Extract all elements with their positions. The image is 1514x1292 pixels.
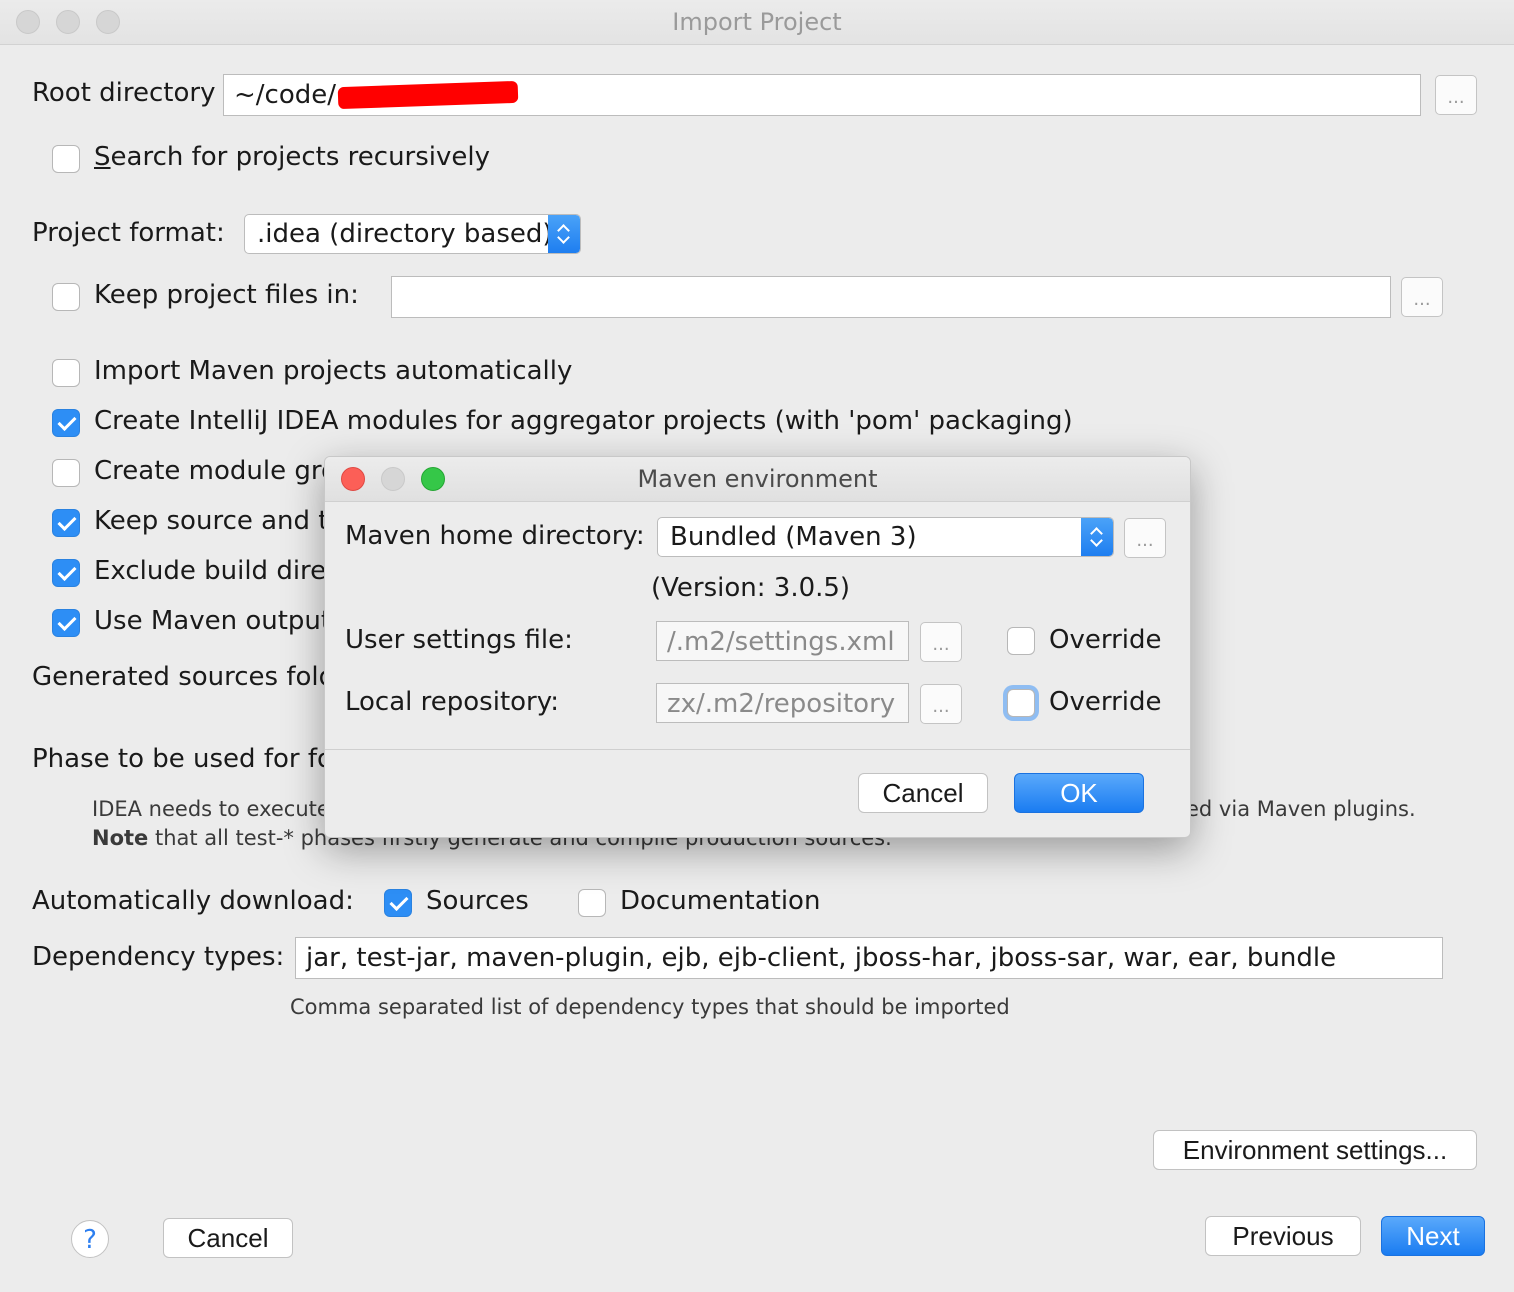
dependency-types-hint: Comma separated list of dependency types…	[290, 995, 1010, 1019]
local-repository-override-checkbox[interactable]	[1007, 689, 1035, 717]
next-button[interactable]: Next	[1381, 1216, 1485, 1256]
auto-download-label: Automatically download:	[32, 886, 354, 916]
user-settings-browse-button[interactable]: ...	[920, 622, 962, 662]
phase-note-line1-end: ed via Maven plugins.	[1186, 797, 1416, 821]
import-project-window: Import Project Root directory ~/code/ ..…	[0, 0, 1514, 1292]
previous-button[interactable]: Previous	[1205, 1216, 1361, 1256]
keep-source-folders-checkbox[interactable]	[52, 509, 80, 537]
root-directory-label: Root directory	[32, 78, 216, 108]
keep-project-files-label: Keep project files in:	[94, 280, 359, 310]
maven-home-value: Bundled (Maven 3)	[670, 522, 917, 552]
search-recursively-checkbox[interactable]	[52, 145, 80, 173]
cancel-button[interactable]: Cancel	[163, 1218, 293, 1258]
environment-settings-button[interactable]: Environment settings...	[1153, 1130, 1477, 1170]
dependency-types-input[interactable]: jar, test-jar, maven-plugin, ejb, ejb-cl…	[295, 937, 1443, 979]
use-maven-output-label: Use Maven output	[94, 606, 332, 636]
select-arrows-icon	[1081, 518, 1113, 556]
download-documentation-label: Documentation	[620, 886, 821, 916]
generated-sources-label: Generated sources fold	[32, 662, 336, 692]
project-format-select[interactable]: .idea (directory based)	[244, 214, 581, 254]
maven-home-browse-button[interactable]: ...	[1124, 518, 1166, 558]
user-settings-override-label: Override	[1049, 625, 1162, 655]
maven-version-label: (Version: 3.0.5)	[651, 573, 851, 603]
dialog-title: Maven environment	[637, 465, 878, 493]
search-recursively-label: Search for projects recursively	[94, 142, 491, 172]
user-settings-label: User settings file:	[345, 625, 573, 655]
user-settings-override-checkbox[interactable]	[1007, 627, 1035, 655]
import-maven-auto-checkbox[interactable]	[52, 359, 80, 387]
local-repository-browse-button[interactable]: ...	[920, 684, 962, 724]
download-documentation-checkbox[interactable]	[578, 889, 606, 917]
help-icon[interactable]: ?	[71, 1220, 109, 1258]
dialog-title-bar: Maven environment	[325, 457, 1190, 502]
download-sources-label: Sources	[426, 886, 529, 916]
dialog-ok-button[interactable]: OK	[1014, 773, 1144, 813]
phase-note-line1: IDEA needs to execute	[92, 797, 330, 821]
window-title: Import Project	[672, 8, 842, 36]
download-sources-checkbox[interactable]	[384, 889, 412, 917]
exclude-build-dir-checkbox[interactable]	[52, 559, 80, 587]
maven-home-select[interactable]: Bundled (Maven 3)	[657, 517, 1114, 557]
keep-project-files-checkbox[interactable]	[52, 283, 80, 311]
select-arrows-icon	[548, 215, 580, 253]
project-format-value: .idea (directory based)	[257, 219, 553, 249]
user-settings-input[interactable]: /.m2/settings.xml	[656, 621, 909, 661]
create-module-groups-label: Create module gro	[94, 456, 337, 486]
dependency-types-label: Dependency types:	[32, 942, 285, 972]
maven-environment-dialog: Maven environment Maven home directory: …	[324, 456, 1191, 838]
keep-source-folders-label: Keep source and te	[94, 506, 345, 536]
keep-project-files-input[interactable]	[391, 276, 1391, 318]
local-repository-override-label: Override	[1049, 687, 1162, 717]
maven-home-label: Maven home directory:	[345, 521, 645, 551]
local-repository-input[interactable]: zx/.m2/repository	[656, 683, 909, 723]
root-directory-browse-button[interactable]: ...	[1435, 75, 1477, 115]
phase-label: Phase to be used for fo	[32, 744, 333, 774]
keep-project-files-browse-button[interactable]: ...	[1401, 277, 1443, 317]
dialog-cancel-button[interactable]: Cancel	[858, 773, 988, 813]
local-repository-label: Local repository:	[345, 687, 559, 717]
title-bar: Import Project	[0, 0, 1514, 45]
use-maven-output-checkbox[interactable]	[52, 609, 80, 637]
exclude-build-dir-label: Exclude build dire	[94, 556, 327, 586]
create-module-groups-checkbox[interactable]	[52, 459, 80, 487]
root-directory-value: ~/code/	[234, 80, 337, 110]
create-modules-aggregator-label: Create IntelliJ IDEA modules for aggrega…	[94, 406, 1073, 436]
project-format-label: Project format:	[32, 218, 225, 248]
create-modules-aggregator-checkbox[interactable]	[52, 409, 80, 437]
dialog-separator	[325, 749, 1190, 750]
import-maven-auto-label: Import Maven projects automatically	[94, 356, 573, 386]
